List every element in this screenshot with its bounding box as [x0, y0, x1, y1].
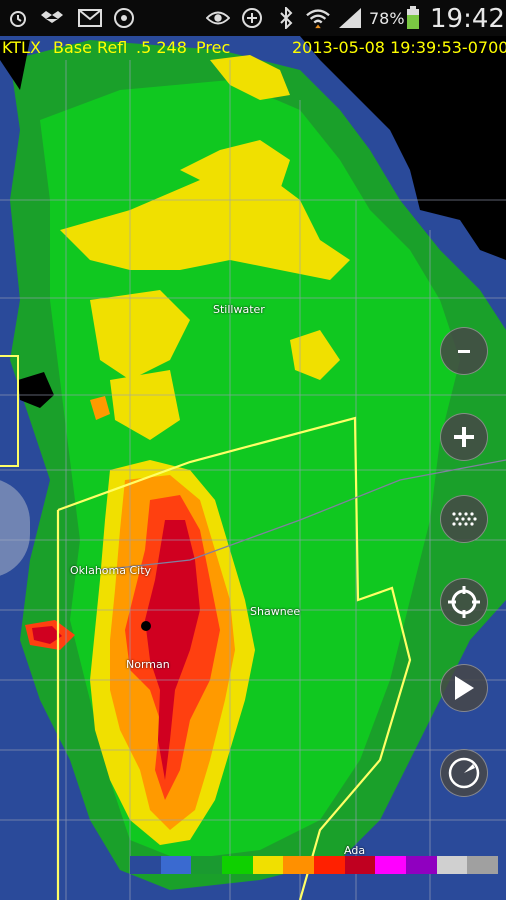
city-label-oklahoma-city: Oklahoma City: [70, 564, 152, 577]
legend-swatch: [375, 856, 407, 874]
zoom-out-button[interactable]: [440, 327, 488, 375]
legend-swatch: [191, 856, 223, 874]
signal-icon: [338, 6, 362, 30]
legend-swatch: [283, 856, 315, 874]
eye-icon: [206, 6, 230, 30]
status-bar: 78% 19:42: [0, 0, 506, 36]
legend-swatch: [344, 856, 376, 874]
legend-swatch: [130, 856, 161, 874]
clock-time: 19:42: [430, 4, 505, 34]
legend-swatch: [314, 856, 345, 874]
scan-timestamp: 2013-05-08 19:39:53-0700: [292, 38, 506, 57]
compass-button[interactable]: [440, 749, 488, 797]
battery-icon: [404, 6, 422, 30]
reflectivity-legend: [130, 856, 499, 874]
layers-button[interactable]: [440, 495, 488, 543]
gmail-icon: [78, 6, 102, 30]
legend-swatch: [222, 856, 253, 874]
legend-swatch: [252, 856, 284, 874]
legend-swatch: [406, 856, 437, 874]
legend-swatch: [467, 856, 499, 874]
plus-icon: [454, 427, 474, 447]
wifi-icon: [306, 6, 330, 30]
radar-header: KTLX Base Refl .5 248 Prec 2013-05-08 19…: [0, 36, 506, 60]
zoom-in-button[interactable]: [440, 413, 488, 461]
station-id: KTLX: [2, 38, 41, 57]
battery-percent: 78%: [369, 9, 405, 28]
mode-label: Prec: [196, 38, 231, 57]
dropbox-icon: [40, 6, 64, 30]
bluetooth-icon: [274, 6, 298, 30]
play-button[interactable]: [440, 664, 488, 712]
crosshair-icon: [448, 586, 480, 618]
dots-grid-icon: [452, 512, 477, 526]
alarm-icon: [6, 6, 30, 30]
radar-canvas: [0, 36, 506, 900]
tilt-info: .5 248: [136, 38, 187, 57]
play-icon: [455, 676, 474, 700]
nfc-icon: [240, 6, 264, 30]
legend-swatch: [160, 856, 192, 874]
locate-button[interactable]: [440, 578, 488, 626]
radar-map[interactable]: Stillwater Oklahoma City Shawnee Norman …: [0, 36, 506, 900]
city-label-norman: Norman: [126, 658, 170, 671]
minus-icon: [458, 350, 470, 353]
app-icon: [112, 6, 136, 30]
compass-icon: [448, 757, 480, 789]
product-name: Base Refl: [53, 38, 128, 57]
city-label-shawnee: Shawnee: [250, 605, 301, 618]
legend-swatch: [436, 856, 468, 874]
city-label-stillwater: Stillwater: [213, 303, 265, 316]
